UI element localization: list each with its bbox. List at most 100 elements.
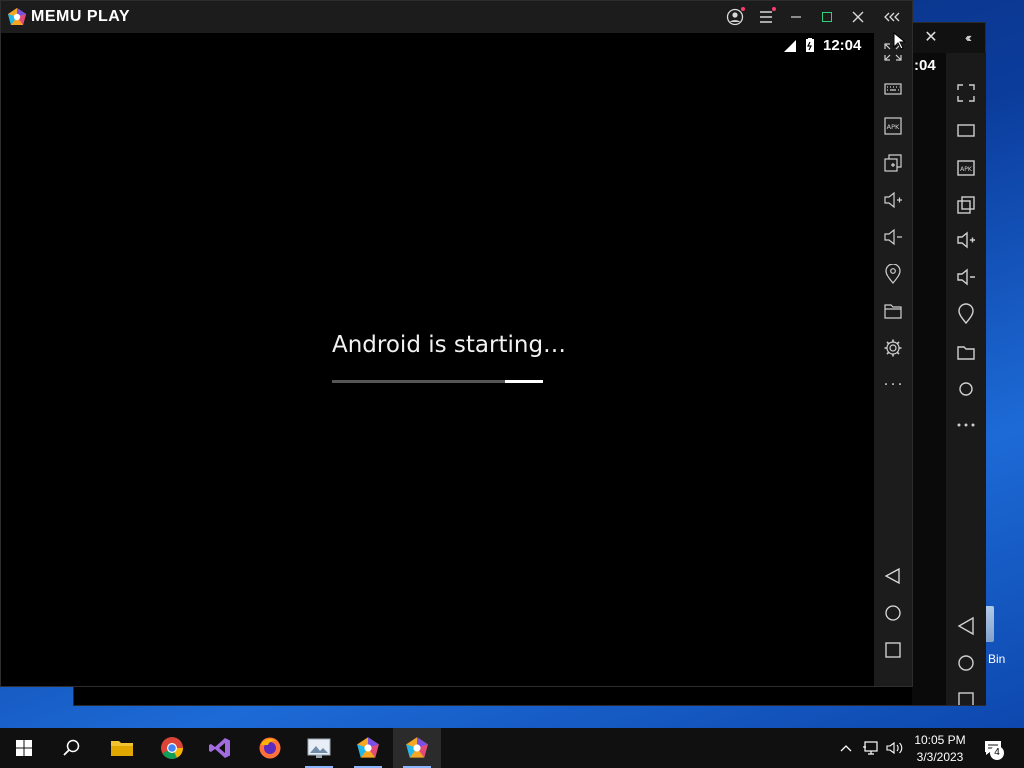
titlebar[interactable]: MEMU PLAY xyxy=(1,1,912,33)
android-status-time: 12:04 xyxy=(823,37,862,54)
sidebar: APK xyxy=(874,33,912,686)
clock-time: 10:05 PM xyxy=(914,733,966,747)
memu-multi-button[interactable] xyxy=(344,728,392,768)
memu-play-button[interactable] xyxy=(393,728,441,768)
collapse-sidebar-button[interactable] xyxy=(881,6,905,28)
signal-icon xyxy=(784,40,796,52)
more-icon xyxy=(885,383,901,385)
mouse-cursor-icon xyxy=(893,32,905,50)
memu-logo-icon xyxy=(8,8,26,25)
minimize-button[interactable] xyxy=(784,6,808,28)
background-volume-down-icon[interactable] xyxy=(957,268,975,286)
menu-notification-dot xyxy=(772,7,776,11)
close-icon xyxy=(852,11,864,23)
network-icon xyxy=(863,741,878,755)
keyboard-button[interactable] xyxy=(874,74,912,104)
visual-studio-icon xyxy=(209,738,230,758)
back-button[interactable] xyxy=(874,561,912,591)
settings-button[interactable] xyxy=(874,333,912,363)
background-screen-edge xyxy=(912,53,946,705)
back-icon xyxy=(884,567,900,585)
maximize-button[interactable] xyxy=(815,6,839,28)
folder-button[interactable] xyxy=(874,296,912,326)
firefox-button[interactable] xyxy=(246,728,294,768)
app-title: MEMU PLAY xyxy=(31,8,131,25)
keyboard-icon xyxy=(884,83,902,95)
maximize-icon xyxy=(822,12,832,22)
collapse-icon xyxy=(884,12,900,22)
background-multi-instance-icon[interactable] xyxy=(957,196,975,214)
apk-icon: APK xyxy=(884,117,902,135)
volume-down-icon xyxy=(884,228,902,246)
boot-progress-fill xyxy=(505,380,543,383)
minimize-icon xyxy=(791,16,801,18)
volume-down-button[interactable] xyxy=(874,222,912,252)
boot-message: Android is starting… xyxy=(332,332,567,358)
background-folder-icon[interactable] xyxy=(957,346,975,360)
location-button[interactable] xyxy=(874,259,912,289)
desktop: Bin ✕ ‹‹‹ :04 APK MEMU PLAY 12:04 Androi… xyxy=(0,0,1024,728)
recents-icon xyxy=(885,642,901,658)
multi-instance-button[interactable] xyxy=(874,148,912,178)
taskbar: 10:05 PM 3/3/2023 xyxy=(0,728,1024,768)
background-volume-up-icon[interactable] xyxy=(957,231,975,249)
chevron-up-icon xyxy=(840,745,852,752)
background-recents-icon[interactable] xyxy=(958,692,974,708)
background-close-button[interactable]: ✕ xyxy=(920,27,942,49)
network-button[interactable] xyxy=(860,728,882,768)
account-notification-dot xyxy=(741,7,745,11)
svg-text:APK: APK xyxy=(960,166,973,173)
memu-play-icon xyxy=(406,737,428,758)
more-button[interactable] xyxy=(874,369,912,399)
settings-icon xyxy=(884,339,902,357)
taskbar-clock[interactable]: 10:05 PM 3/3/2023 xyxy=(906,732,974,766)
search-button[interactable] xyxy=(48,728,96,768)
file-explorer-button[interactable] xyxy=(98,728,146,768)
memu-window[interactable]: MEMU PLAY 12:04 Android is starting… APK xyxy=(0,0,913,687)
recycle-bin-label[interactable]: Bin xyxy=(988,652,1005,666)
clock-date: 3/3/2023 xyxy=(916,750,964,764)
volume-button[interactable] xyxy=(884,728,906,768)
apk-install-button[interactable]: APK xyxy=(874,111,912,141)
folder-icon xyxy=(884,304,902,319)
visual-studio-button[interactable] xyxy=(196,728,244,768)
image-viewer-icon xyxy=(307,738,331,758)
android-screen[interactable] xyxy=(2,33,873,686)
background-collapse-button[interactable]: ‹‹‹ xyxy=(954,27,980,49)
search-icon xyxy=(63,739,80,756)
background-fullscreen-icon[interactable] xyxy=(957,84,975,102)
background-status-time: :04 xyxy=(914,57,936,74)
start-button[interactable] xyxy=(0,728,48,768)
status-icons xyxy=(784,38,814,52)
background-location-icon[interactable] xyxy=(958,303,974,325)
background-sidebar-icons: APK xyxy=(957,84,975,708)
boot-progress-bar xyxy=(332,380,543,383)
file-explorer-icon xyxy=(111,741,133,756)
show-hidden-icons-button[interactable] xyxy=(836,728,856,768)
home-button[interactable] xyxy=(874,598,912,628)
image-viewer-button[interactable] xyxy=(295,728,343,768)
background-settings-icon[interactable] xyxy=(959,382,973,396)
chrome-button[interactable] xyxy=(148,728,196,768)
apk-label: APK xyxy=(887,123,900,131)
background-keyboard-icon[interactable] xyxy=(957,124,975,137)
home-icon xyxy=(885,605,901,621)
background-home-icon[interactable] xyxy=(958,655,974,671)
memu-multi-icon xyxy=(357,737,379,758)
chrome-icon xyxy=(161,737,183,759)
volume-up-button[interactable] xyxy=(874,185,912,215)
firefox-icon xyxy=(259,737,281,759)
background-more-icon[interactable] xyxy=(957,423,975,427)
background-back-icon[interactable] xyxy=(957,616,974,636)
location-icon xyxy=(885,264,901,284)
multi-instance-icon xyxy=(884,154,902,172)
speaker-icon xyxy=(886,741,903,755)
windows-start-icon xyxy=(16,740,32,756)
background-apk-icon[interactable]: APK xyxy=(957,160,975,176)
menu-icon xyxy=(760,11,772,23)
close-button[interactable] xyxy=(846,6,870,28)
notification-count-badge: 4 xyxy=(990,746,1004,760)
android-status-bar xyxy=(781,37,817,55)
background-sidebar: APK xyxy=(946,53,986,708)
recents-button[interactable] xyxy=(874,635,912,665)
